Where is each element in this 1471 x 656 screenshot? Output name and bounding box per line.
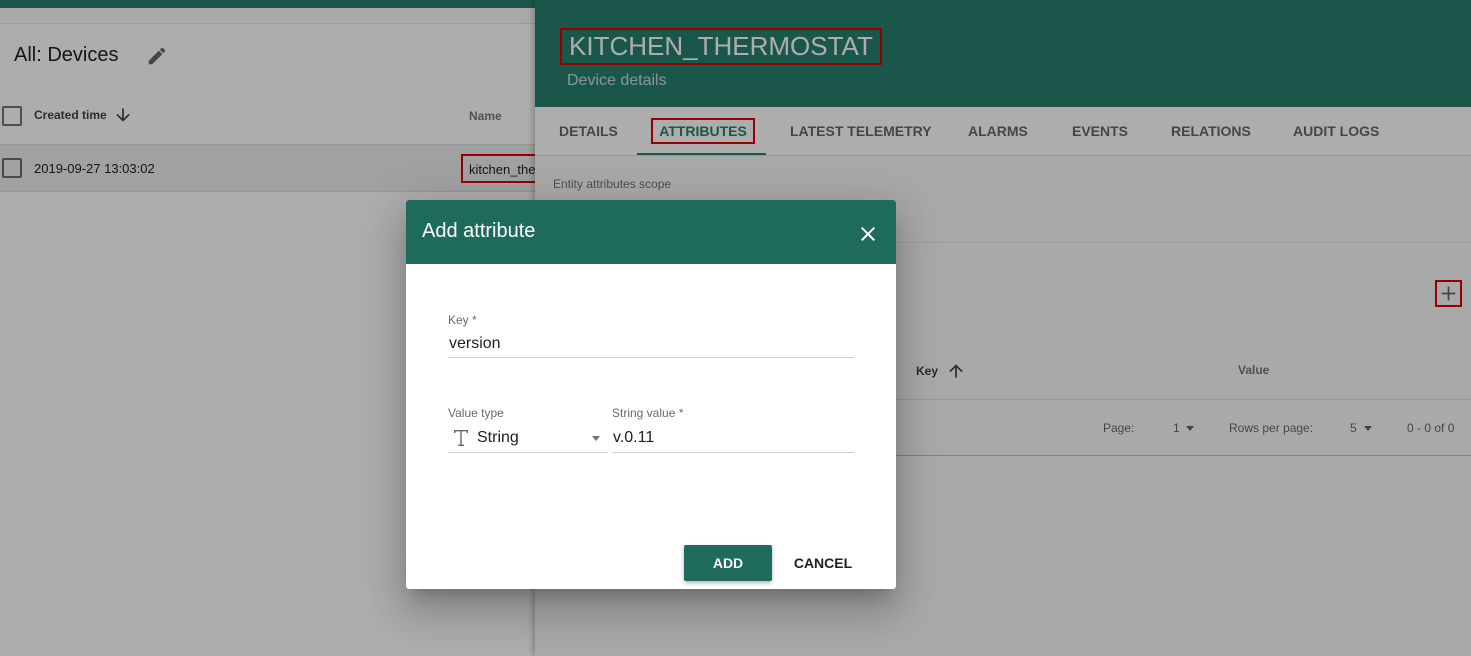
value-type-label: Value type [448,406,504,420]
string-value-label: String value * [612,406,684,420]
add-button[interactable]: ADD [684,545,772,581]
dialog-toolbar: Add attribute [406,200,896,264]
key-input-underline [448,357,854,358]
add-attribute-dialog: Add attribute Key * version Value type S… [406,200,896,589]
chevron-down-icon[interactable] [592,436,600,441]
key-field-label: Key * [448,313,477,327]
close-icon[interactable] [856,222,880,246]
string-value-input[interactable]: v.0.11 [613,429,654,447]
dialog-title: Add attribute [422,220,536,242]
value-type-select[interactable]: String [477,429,519,447]
cancel-button[interactable]: CANCEL [784,545,862,581]
app-window: All: Devices Created time Name 2019-09-2… [0,0,1471,656]
value-type-underline [448,452,608,453]
string-value-underline [612,452,854,453]
text-type-icon [454,430,468,446]
key-input[interactable]: version [449,335,501,353]
